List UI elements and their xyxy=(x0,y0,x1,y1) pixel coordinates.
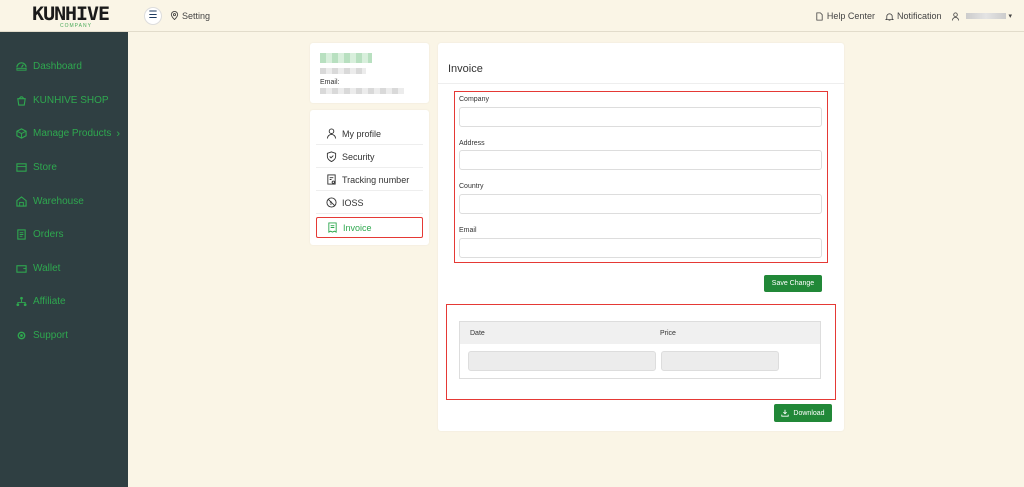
sidebar-item-label: Dashboard xyxy=(33,61,82,73)
address-input[interactable] xyxy=(459,150,822,170)
sidebar-item-label: Affiliate xyxy=(33,296,66,308)
dashboard-icon xyxy=(15,61,27,73)
chevron-right-icon: › xyxy=(116,127,121,140)
invoice-table: Date Price xyxy=(459,321,821,379)
bell-icon xyxy=(884,12,894,21)
shield-icon xyxy=(326,151,337,162)
support-icon xyxy=(15,330,27,342)
save-change-button[interactable]: Save Change xyxy=(764,275,822,292)
email-input[interactable] xyxy=(459,238,822,258)
settings-item-label: My profile xyxy=(342,128,382,139)
sidebar-item-orders[interactable]: Orders xyxy=(0,218,128,252)
settings-item-ioss[interactable]: $ IOSS xyxy=(316,192,423,214)
company-input[interactable] xyxy=(459,107,822,127)
receipt-icon xyxy=(328,222,337,233)
sidebar-item-label: Warehouse xyxy=(33,195,84,207)
date-cell-redacted xyxy=(468,351,656,371)
top-header: ☰ Setting Help Center Notification ▾ xyxy=(128,0,1024,32)
download-label: Download xyxy=(793,409,825,417)
notification-label: Notification xyxy=(896,11,942,21)
profile-name-redacted xyxy=(320,53,372,63)
settings-item-invoice[interactable]: Invoice xyxy=(316,217,423,238)
settings-item-tracking-number[interactable]: Tracking number xyxy=(316,169,423,191)
sidebar-item-manage-products[interactable]: Manage Products › xyxy=(0,117,128,151)
notification-link[interactable]: Notification xyxy=(884,11,942,21)
breadcrumb-label: Setting xyxy=(182,10,211,21)
settings-menu: My profile Security Tracking number $ IO… xyxy=(310,110,429,245)
store-icon xyxy=(15,162,27,174)
sidebar-item-support[interactable]: Support xyxy=(0,319,128,353)
document-icon xyxy=(816,11,823,21)
sidebar-item-wallet[interactable]: Wallet xyxy=(0,252,128,286)
sidebar-item-label: KUNHIVE SHOP xyxy=(33,94,109,106)
sidebar-item-label: Wallet xyxy=(33,262,61,274)
tracking-document-icon xyxy=(327,174,336,185)
email-value-redacted xyxy=(320,88,404,94)
address-label: Address xyxy=(459,140,485,147)
wallet-icon xyxy=(15,262,27,274)
sidebar-nav: Dashboard KUNHIVE SHOP Manage Products ›… xyxy=(0,50,128,352)
brand-logo[interactable]: KUNHIVE xyxy=(32,5,110,24)
settings-item-label: IOSS xyxy=(342,197,364,208)
user-menu[interactable]: ▾ xyxy=(951,11,1012,21)
breadcrumb: Setting xyxy=(170,11,210,21)
settings-item-my-profile[interactable]: My profile xyxy=(316,123,423,145)
affiliate-icon xyxy=(15,296,27,308)
company-label: Company xyxy=(459,96,489,103)
sidebar-item-store[interactable]: Store xyxy=(0,151,128,185)
table-header: Date Price xyxy=(460,322,820,344)
user-icon xyxy=(326,128,337,139)
price-column-header: Price xyxy=(660,330,676,337)
profile-id-redacted xyxy=(320,68,366,74)
sidebar-item-warehouse[interactable]: Warehouse xyxy=(0,184,128,218)
help-center-label: Help Center xyxy=(826,11,875,21)
orders-icon xyxy=(15,229,27,241)
date-column-header: Date xyxy=(470,330,485,337)
price-cell-redacted xyxy=(661,351,779,371)
sidebar-item-label: Store xyxy=(33,162,57,174)
user-name-redacted xyxy=(966,13,1007,19)
invoice-card: Invoice Company Address Country Email Sa… xyxy=(438,43,844,431)
country-label: Country xyxy=(459,183,484,190)
email-label: Email xyxy=(459,227,477,234)
warehouse-icon xyxy=(15,195,27,207)
sidebar-item-affiliate[interactable]: Affiliate xyxy=(0,285,128,319)
chevron-down-icon: ▾ xyxy=(1008,13,1012,20)
settings-item-security[interactable]: Security xyxy=(316,146,423,168)
profile-card: Email: xyxy=(310,43,429,103)
sidebar-item-dashboard[interactable]: Dashboard xyxy=(0,50,128,84)
email-label: Email: xyxy=(320,79,340,86)
location-pin-icon xyxy=(170,11,179,20)
settings-item-label: Invoice xyxy=(343,222,372,233)
title-divider xyxy=(438,83,844,84)
shop-icon xyxy=(15,94,27,106)
header-actions: Help Center Notification ▾ xyxy=(805,0,1012,32)
settings-item-label: Tracking number xyxy=(342,174,410,185)
logo-area: KUNHIVE COMPANY xyxy=(0,0,128,32)
download-icon xyxy=(781,409,790,417)
sidebar: KUNHIVE COMPANY Dashboard KUNHIVE SHOP M… xyxy=(0,0,128,487)
menu-toggle-button[interactable]: ☰ xyxy=(144,6,162,25)
sidebar-item-label: Orders xyxy=(33,229,64,241)
sidebar-item-label: Manage Products xyxy=(33,128,112,140)
country-input[interactable] xyxy=(459,194,822,214)
products-icon xyxy=(15,128,27,140)
user-icon xyxy=(952,11,960,21)
download-button[interactable]: Download xyxy=(774,404,832,422)
sidebar-item-shop[interactable]: KUNHIVE SHOP xyxy=(0,84,128,118)
no-tax-icon: $ xyxy=(326,197,337,208)
page-title: Invoice xyxy=(448,63,483,75)
brand-tagline: COMPANY xyxy=(60,23,92,29)
help-center-link[interactable]: Help Center xyxy=(815,11,875,21)
sidebar-item-label: Support xyxy=(33,330,69,342)
settings-item-label: Security xyxy=(342,151,375,162)
